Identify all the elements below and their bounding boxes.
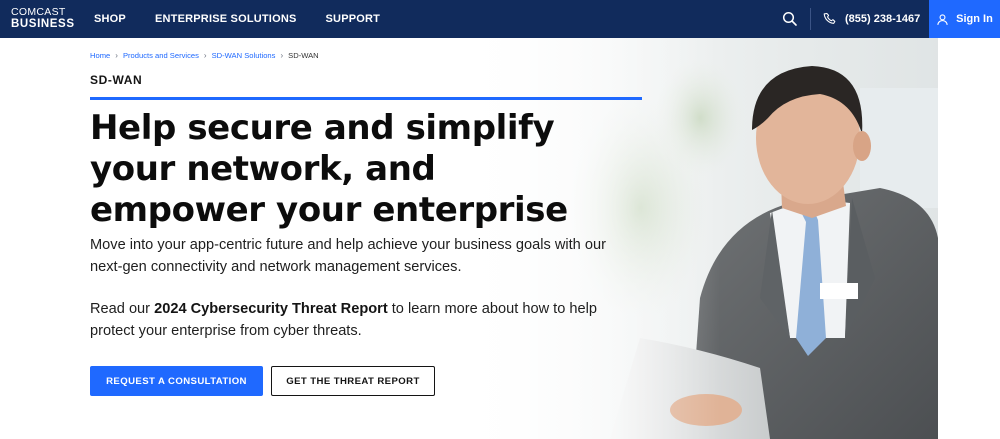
headline-line-1: Help secure and simplify (90, 108, 555, 148)
nav-shop[interactable]: SHOP (94, 13, 126, 25)
nav-enterprise-solutions[interactable]: ENTERPRISE SOLUTIONS (155, 13, 297, 25)
phone-number: (855) 238-1467 (845, 13, 921, 25)
sign-in-label: Sign In (956, 13, 993, 25)
hero-headline: Help secure and simplify your network, a… (90, 108, 610, 231)
breadcrumb-sd-wan-solutions[interactable]: SD-WAN Solutions (212, 51, 276, 60)
nav-divider (810, 8, 811, 30)
promo-prefix: Read our (90, 301, 155, 317)
sign-in-button[interactable]: Sign In (929, 0, 1000, 38)
user-icon (937, 13, 948, 25)
hero-description: Move into your app-centric future and he… (90, 237, 606, 275)
breadcrumb-home[interactable]: Home (90, 51, 110, 60)
primary-nav: SHOP ENTERPRISE SOLUTIONS SUPPORT (94, 0, 409, 38)
breadcrumb-current: SD-WAN (288, 51, 319, 60)
logo-line-1: COMCAST (11, 6, 66, 18)
accent-rule (90, 97, 642, 100)
threat-report-promo: Read our 2024 Cybersecurity Threat Repor… (90, 298, 610, 342)
chevron-right-icon: › (280, 51, 284, 60)
breadcrumb-products-and-services[interactable]: Products and Services (123, 51, 199, 60)
headline-line-3: empower your enterprise (90, 190, 568, 230)
phone-icon (823, 12, 836, 24)
headline-line-2: your network, and (90, 149, 436, 189)
request-consultation-button[interactable]: REQUEST A CONSULTATION (90, 366, 263, 396)
nav-support[interactable]: SUPPORT (326, 13, 381, 25)
top-nav: COMCAST BUSINESS SHOP ENTERPRISE SOLUTIO… (0, 0, 1000, 38)
search-icon[interactable] (781, 10, 799, 28)
threat-report-link[interactable]: 2024 Cybersecurity Threat Report (154, 301, 388, 317)
get-threat-report-button[interactable]: GET THE THREAT REPORT (271, 366, 435, 396)
hero-section: Home › Products and Services › SD-WAN So… (0, 38, 1000, 439)
right-gutter (938, 38, 1000, 439)
comcast-business-logo[interactable]: COMCAST BUSINESS (11, 7, 75, 30)
breadcrumb: Home › Products and Services › SD-WAN So… (90, 51, 319, 60)
logo-line-2: BUSINESS (11, 17, 75, 30)
chevron-right-icon: › (115, 51, 118, 60)
page-eyebrow: SD-WAN (90, 73, 143, 87)
chevron-right-icon: › (203, 51, 207, 60)
phone-link[interactable]: (855) 238-1467 (823, 0, 920, 38)
